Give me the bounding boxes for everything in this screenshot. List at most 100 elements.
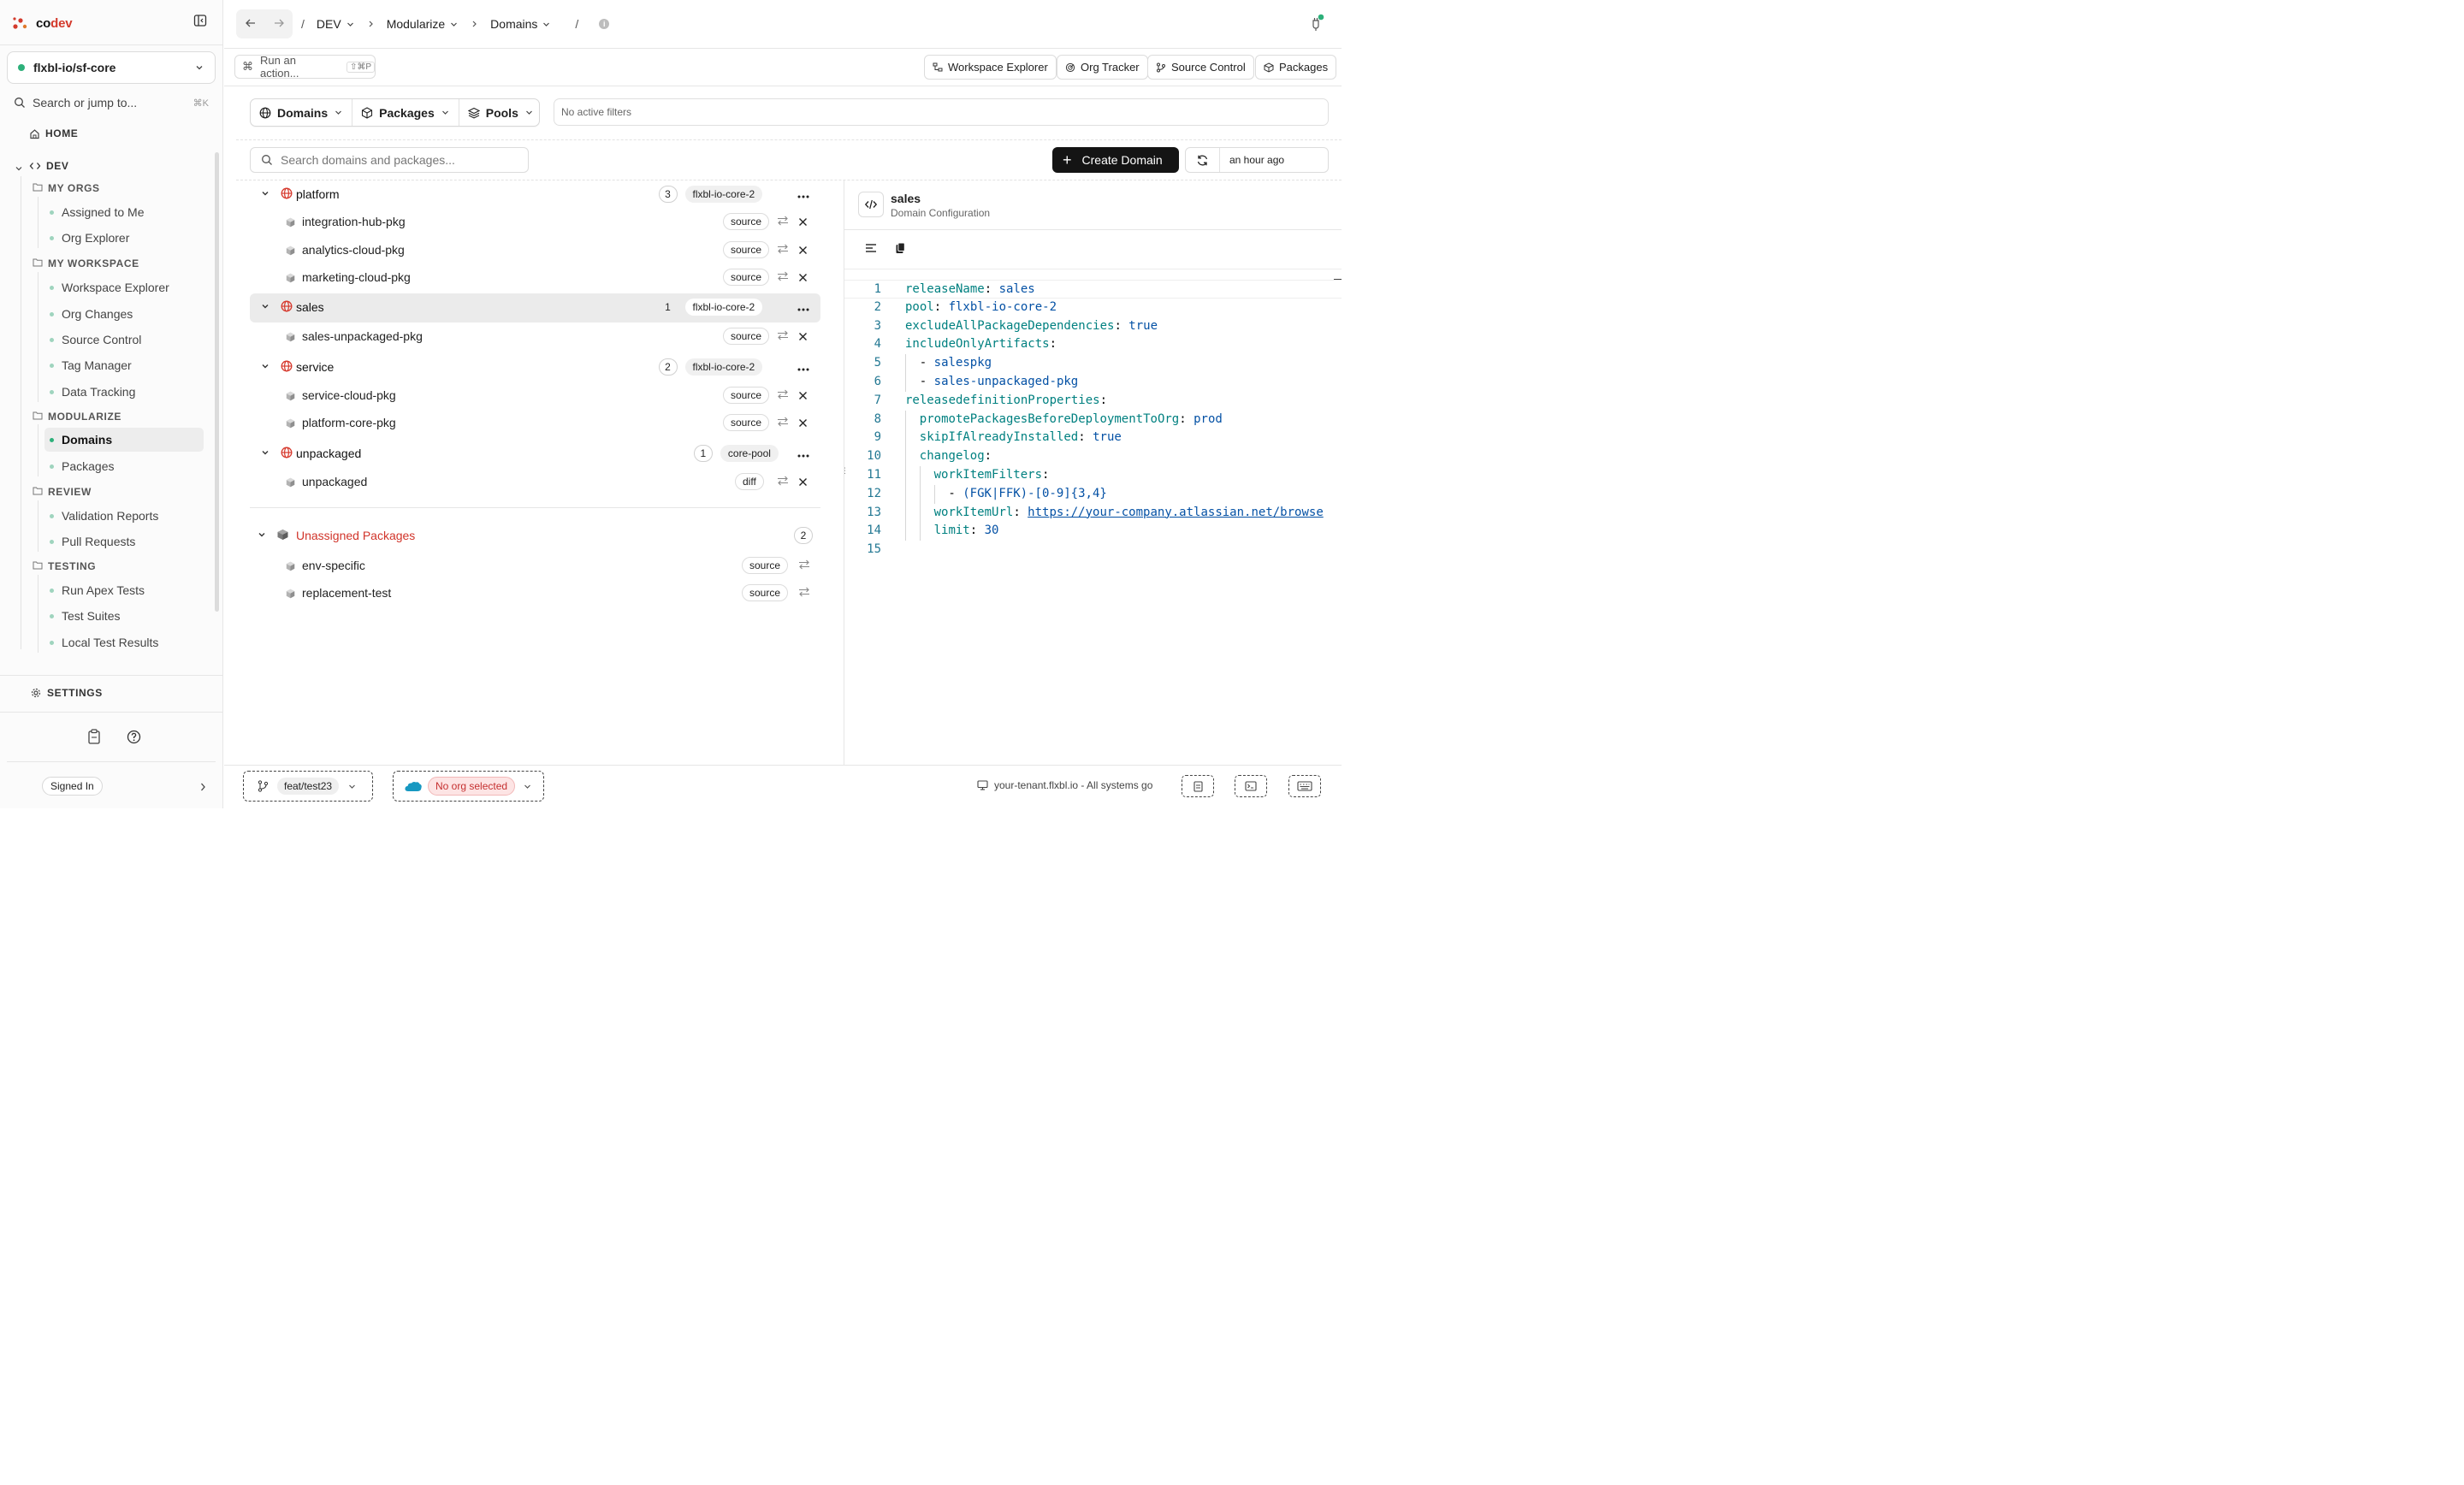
yaml-url-link[interactable]: https://your-company.atlassian.net/brows… [1028,506,1324,519]
package-row-sales-unpackaged-pkg[interactable]: sales-unpackaged-pkg source [250,322,820,350]
remove-icon[interactable] [798,216,808,229]
active-filters-box[interactable]: No active filters [554,98,1329,126]
domain-row-unpackaged[interactable]: unpackaged 1 core-pool [250,440,820,467]
signed-in-badge[interactable]: Signed In [42,777,103,796]
package-row-integration-hub-pkg[interactable]: integration-hub-pkg source [250,208,820,235]
keyboard-icon[interactable] [1288,775,1321,797]
tool-workspace-explorer-button[interactable]: Workspace Explorer [924,55,1057,80]
package-row-unpackaged[interactable]: unpackaged diff [250,468,820,495]
sidebar-item-test-suites[interactable]: Test Suites [44,604,204,628]
segment-packages[interactable]: Packages [352,99,459,126]
copy-icon[interactable] [895,242,906,257]
remove-icon[interactable] [798,244,808,257]
move-package-icon[interactable] [777,270,789,284]
document-panel-icon[interactable] [1182,775,1214,797]
chevron-right-icon[interactable] [198,781,207,795]
package-row-platform-core-pkg[interactable]: platform-core-pkg source [250,409,820,436]
sidebar-collapse-icon[interactable] [193,14,210,31]
move-package-icon[interactable] [777,388,789,402]
chevron-down-icon[interactable] [260,360,270,374]
back-arrow-icon[interactable] [245,17,257,31]
assign-package-icon[interactable] [798,559,810,572]
nav-section-review[interactable]: REVIEW [33,486,92,498]
domain-search-input[interactable]: Search domains and packages... [250,147,529,173]
tool-label: Packages [1279,61,1329,74]
nav-section-modularize[interactable]: MODULARIZE [33,411,121,423]
help-icon[interactable] [127,730,141,747]
remove-icon[interactable] [798,271,808,285]
sidebar-item-packages[interactable]: Packages [44,454,204,478]
breadcrumb-modularize[interactable]: Modularize [387,17,459,31]
tool-source-control-button[interactable]: Source Control [1147,55,1254,80]
refresh-icon[interactable] [1186,148,1220,172]
workspace-select[interactable]: flxbl-io/sf-core [7,51,216,84]
more-options-icon[interactable] [797,360,809,374]
chevron-down-icon[interactable] [260,447,270,460]
dev-collapse-chevron-icon[interactable] [15,162,23,175]
unassigned-package-row-env-specific[interactable]: env-specific source [250,552,820,579]
nav-dev[interactable]: DEV [29,160,68,172]
sidebar-item-validation-reports[interactable]: Validation Reports [44,504,204,528]
forward-arrow-icon[interactable] [273,17,285,31]
sidebar-search[interactable]: Search or jump to... ⌘K [14,94,210,111]
chevron-down-icon[interactable] [260,300,270,314]
sidebar-item-data-tracking[interactable]: Data Tracking [44,380,204,404]
run-action-input[interactable]: ⌘ Run an action... ⇧⌘P [234,54,376,80]
more-options-icon[interactable] [797,187,809,201]
brand-logo[interactable]: codev [12,14,73,33]
create-domain-button[interactable]: + Create Domain [1052,147,1179,173]
nav-home[interactable]: HOME [29,127,78,139]
remove-icon[interactable] [798,417,808,430]
breadcrumb-dev[interactable]: DEV [317,17,355,31]
remove-icon[interactable] [798,476,808,489]
info-icon[interactable]: i [599,19,610,29]
move-package-icon[interactable] [777,243,789,257]
sidebar-item-org-explorer[interactable]: Org Explorer [44,226,204,250]
domain-row-service[interactable]: service 2 flxbl-io-core-2 [250,353,820,381]
package-row-marketing-cloud-pkg[interactable]: marketing-cloud-pkg source [250,263,820,291]
more-options-icon[interactable] [797,447,809,460]
nav-section-testing[interactable]: TESTING [33,560,96,572]
move-package-icon[interactable] [777,329,789,343]
nav-section-my-orgs[interactable]: MY ORGS [33,182,100,194]
chevron-down-icon[interactable] [260,187,270,201]
move-package-icon[interactable] [777,215,789,228]
sidebar-item-assigned-to-me[interactable]: Assigned to Me [44,200,204,224]
yaml-colon: : [1042,468,1057,482]
sidebar-item-pull-requests[interactable]: Pull Requests [44,530,204,553]
sidebar-item-run-apex-tests[interactable]: Run Apex Tests [44,578,204,602]
chevron-down-icon[interactable] [257,529,267,542]
sidebar-item-domains[interactable]: Domains [44,428,204,452]
remove-icon[interactable] [798,389,808,403]
sidebar-scrollbar[interactable] [215,152,219,612]
move-package-icon[interactable] [777,475,789,488]
remove-icon[interactable] [798,330,808,344]
assign-package-icon[interactable] [798,586,810,600]
domain-row-sales[interactable]: sales 1 flxbl-io-core-2 [250,293,820,322]
domain-row-platform[interactable]: platform 3 flxbl-io-core-2 [250,180,820,208]
branch-selector[interactable]: feat/test23 [243,771,373,802]
nav-section-my-workspace[interactable]: MY WORKSPACE [33,257,139,269]
sidebar-item-org-changes[interactable]: Org Changes [44,302,204,326]
terminal-icon[interactable] [1235,775,1267,797]
segment-pools[interactable]: Pools [459,99,542,126]
nav-settings[interactable]: SETTINGS [31,687,103,699]
sidebar-item-workspace-explorer[interactable]: Workspace Explorer [44,275,204,299]
breadcrumb-domains[interactable]: Domains [490,17,551,31]
format-lines-icon[interactable] [865,242,877,256]
package-row-service-cloud-pkg[interactable]: service-cloud-pkg source [250,382,820,409]
clipboard-icon[interactable] [87,729,101,747]
tool-org-tracker-button[interactable]: Org Tracker [1057,55,1148,80]
sidebar-item-local-test-results[interactable]: Local Test Results [44,630,204,654]
segment-domains[interactable]: Domains [251,99,353,126]
move-package-icon[interactable] [777,416,789,429]
notification-plug-icon[interactable] [1309,14,1326,35]
tool-packages-button[interactable]: Packages [1255,55,1337,80]
org-selector[interactable]: No org selected [393,771,544,802]
sidebar-item-source-control[interactable]: Source Control [44,328,204,352]
more-options-icon[interactable] [797,300,809,314]
unassigned-packages-row[interactable]: Unassigned Packages 2 [250,522,820,549]
sidebar-item-tag-manager[interactable]: Tag Manager [44,353,204,377]
unassigned-package-row-replacement-test[interactable]: replacement-test source [250,579,820,606]
package-row-analytics-cloud-pkg[interactable]: analytics-cloud-pkg source [250,236,820,263]
